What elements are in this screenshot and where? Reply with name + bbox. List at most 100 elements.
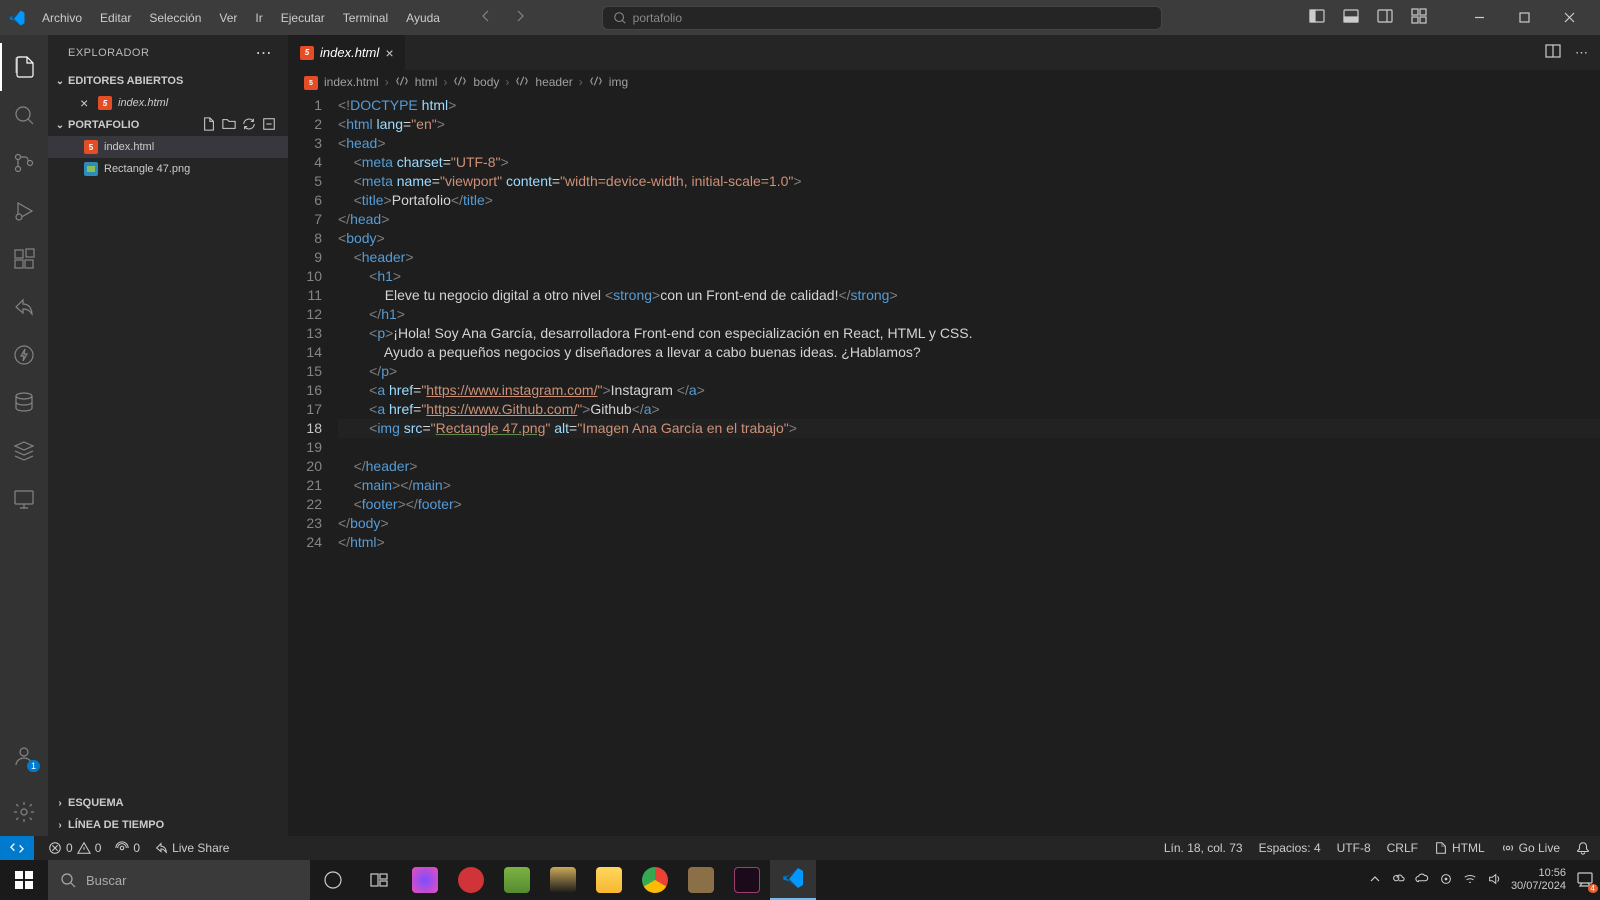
open-editor-item[interactable]: ×5index.html xyxy=(48,92,288,114)
app-4[interactable] xyxy=(540,860,586,900)
app-2[interactable] xyxy=(448,860,494,900)
tray-chevron-icon[interactable] xyxy=(1369,873,1381,888)
split-editor-icon[interactable] xyxy=(1545,43,1561,62)
maximize-button[interactable] xyxy=(1502,3,1547,33)
go-live-status[interactable]: Go Live xyxy=(1501,841,1560,855)
app-1[interactable] xyxy=(402,860,448,900)
breadcrumb-item[interactable]: header xyxy=(535,75,572,89)
nav-back-icon[interactable] xyxy=(478,8,494,27)
indentation-status[interactable]: Espacios: 4 xyxy=(1259,841,1321,855)
code-line[interactable]: <header> xyxy=(338,248,1600,267)
code-line[interactable]: </header> xyxy=(338,457,1600,476)
more-actions-icon[interactable]: ⋯ xyxy=(1575,45,1588,61)
notifications-tray-icon[interactable]: 4 xyxy=(1576,870,1594,891)
breadcrumb-item[interactable]: index.html xyxy=(324,75,379,89)
code-line[interactable]: <html lang="en"> xyxy=(338,115,1600,134)
remote-indicator[interactable] xyxy=(0,836,34,860)
app-5[interactable] xyxy=(678,860,724,900)
remote-tab[interactable] xyxy=(0,475,48,523)
code-line[interactable]: <!DOCTYPE html> xyxy=(338,96,1600,115)
code-line[interactable]: <meta charset="UTF-8"> xyxy=(338,153,1600,172)
code-line[interactable]: <main></main> xyxy=(338,476,1600,495)
tray-wifi-icon[interactable] xyxy=(1463,872,1477,889)
tray-location-icon[interactable] xyxy=(1439,872,1453,889)
code-line[interactable]: </html> xyxy=(338,533,1600,552)
code-line[interactable]: <a href="https://www.Github.com/">Github… xyxy=(338,400,1600,419)
tray-onedrive-icon[interactable] xyxy=(1415,872,1429,889)
language-status[interactable]: HTML xyxy=(1434,841,1485,855)
clock[interactable]: 10:56 30/07/2024 xyxy=(1511,867,1566,893)
menu-editar[interactable]: Editar xyxy=(92,7,139,29)
stack-tab[interactable] xyxy=(0,427,48,475)
menu-terminal[interactable]: Terminal xyxy=(335,7,396,29)
menu-ver[interactable]: Ver xyxy=(211,7,245,29)
source-control-tab[interactable] xyxy=(0,139,48,187)
outline-section[interactable]: › ESQUEMA xyxy=(48,792,288,814)
nav-forward-icon[interactable] xyxy=(512,8,528,27)
menu-selección[interactable]: Selección xyxy=(141,7,209,29)
chrome-icon[interactable] xyxy=(632,860,678,900)
code-line[interactable]: <p>¡Hola! Soy Ana García, desarrolladora… xyxy=(338,324,1600,343)
menu-ir[interactable]: Ir xyxy=(247,7,270,29)
file-item[interactable]: 5index.html xyxy=(48,136,288,158)
close-tab-icon[interactable]: × xyxy=(385,45,393,61)
code-line[interactable]: </p> xyxy=(338,362,1600,381)
breadcrumb-item[interactable]: body xyxy=(473,75,499,89)
open-editors-section[interactable]: ⌄ EDITORES ABIERTOS xyxy=(48,70,288,92)
menu-archivo[interactable]: Archivo xyxy=(34,7,90,29)
file-explorer-icon[interactable] xyxy=(586,860,632,900)
ports-status[interactable]: 0 xyxy=(115,841,140,855)
menu-ejecutar[interactable]: Ejecutar xyxy=(273,7,333,29)
customize-layout-icon[interactable] xyxy=(1411,8,1427,27)
code-line[interactable]: </head> xyxy=(338,210,1600,229)
tab-index-html[interactable]: 5 index.html × xyxy=(288,35,406,70)
code-line[interactable]: </body> xyxy=(338,514,1600,533)
problems-status[interactable]: 0 0 xyxy=(48,841,101,855)
settings-tab[interactable] xyxy=(0,788,48,836)
search-tab[interactable] xyxy=(0,91,48,139)
close-button[interactable] xyxy=(1547,3,1592,33)
code-line[interactable]: <head> xyxy=(338,134,1600,153)
database-tab[interactable] xyxy=(0,379,48,427)
extensions-tab[interactable] xyxy=(0,235,48,283)
collapse-icon[interactable] xyxy=(262,117,276,134)
toggle-panel-icon[interactable] xyxy=(1343,8,1359,27)
new-folder-icon[interactable] xyxy=(222,117,236,134)
breadcrumbs[interactable]: 5index.html›html›body›header›img xyxy=(288,70,1600,94)
code-line[interactable]: Ayudo a pequeños negocios y diseñadores … xyxy=(338,343,1600,362)
refresh-icon[interactable] xyxy=(242,117,256,134)
code-line[interactable]: </h1> xyxy=(338,305,1600,324)
close-icon[interactable]: × xyxy=(76,95,92,111)
accounts-tab[interactable]: 1 xyxy=(0,732,48,780)
task-view-icon[interactable] xyxy=(310,860,356,900)
code-line[interactable]: <footer></footer> xyxy=(338,495,1600,514)
taskbar-search[interactable]: Buscar xyxy=(48,860,310,900)
app-6[interactable] xyxy=(724,860,770,900)
breadcrumb-item[interactable]: img xyxy=(609,75,628,89)
breadcrumb-item[interactable]: html xyxy=(415,75,438,89)
tray-volume-icon[interactable] xyxy=(1487,872,1501,889)
file-item[interactable]: Rectangle 47.png xyxy=(48,158,288,180)
live-share-status[interactable]: Live Share xyxy=(154,841,229,855)
app-3[interactable] xyxy=(494,860,540,900)
explorer-tab[interactable] xyxy=(0,43,48,91)
timeline-section[interactable]: › LÍNEA DE TIEMPO xyxy=(48,814,288,836)
code-line[interactable]: <meta name="viewport" content="width=dev… xyxy=(338,172,1600,191)
folder-section[interactable]: ⌄ PORTAFOLIO xyxy=(48,114,288,136)
minimize-button[interactable] xyxy=(1457,3,1502,33)
cursor-position[interactable]: Lín. 18, col. 73 xyxy=(1164,841,1243,855)
toggle-secondary-sidebar-icon[interactable] xyxy=(1377,8,1393,27)
tray-weather-icon[interactable] xyxy=(1391,872,1405,889)
vscode-taskbar-icon[interactable] xyxy=(770,860,816,900)
code-line[interactable]: Eleve tu negocio digital a otro nivel <s… xyxy=(338,286,1600,305)
live-share-tab[interactable] xyxy=(0,283,48,331)
code-line[interactable]: <body> xyxy=(338,229,1600,248)
code-editor[interactable]: 123456789101112131415161718192021222324 … xyxy=(288,94,1600,836)
start-button[interactable] xyxy=(0,860,48,900)
sidebar-more-icon[interactable]: ⋯ xyxy=(256,43,273,63)
run-debug-tab[interactable] xyxy=(0,187,48,235)
new-file-icon[interactable] xyxy=(202,117,216,134)
code-line[interactable]: <img src="Rectangle 47.png" alt="Imagen … xyxy=(338,419,1600,438)
widgets-icon[interactable] xyxy=(356,860,402,900)
menu-ayuda[interactable]: Ayuda xyxy=(398,7,448,29)
